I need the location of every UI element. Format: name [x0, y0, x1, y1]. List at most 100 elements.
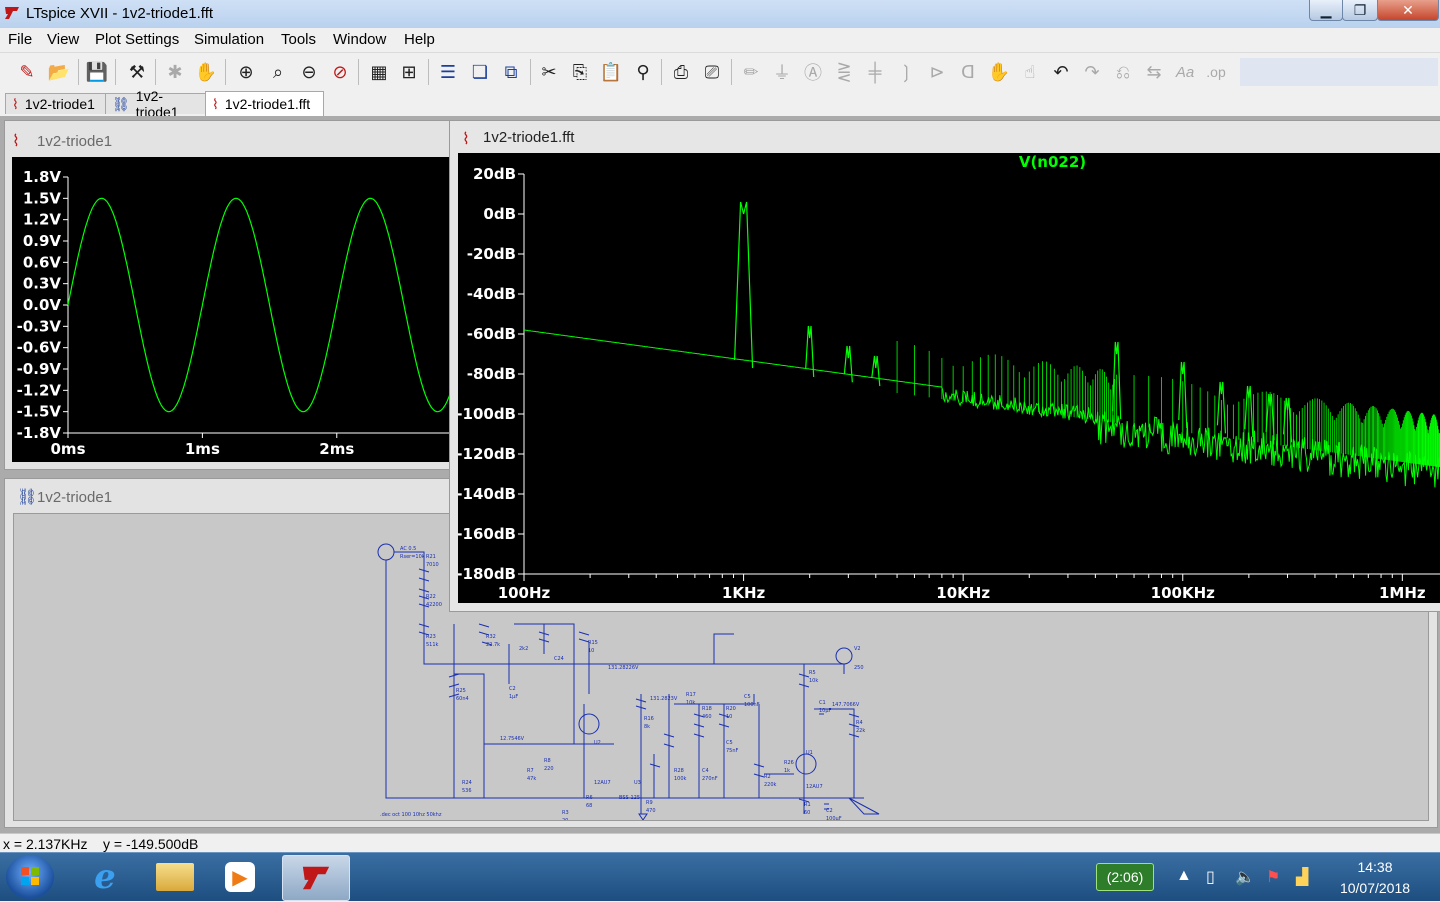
svg-text:7010: 7010 [426, 562, 439, 568]
copy-icon[interactable]: ⎘ [567, 59, 593, 85]
control-panel-icon[interactable]: ⚒ [124, 59, 150, 85]
text-icon[interactable]: Aa [1172, 59, 1198, 85]
spice-directive-icon[interactable]: .op [1203, 59, 1229, 85]
svg-text:R26: R26 [784, 760, 794, 766]
y-tick-label: -180dB [458, 565, 516, 583]
x-tick-label: 1MHz [1379, 584, 1426, 602]
clock-time[interactable]: 14:38 [1320, 859, 1430, 875]
x-tick-label: 1ms [185, 440, 220, 458]
taskbar-media-player[interactable]: ▶ [208, 855, 272, 899]
svg-text:10k: 10k [809, 678, 818, 684]
tab-schematic[interactable]: ⛓ 1v2-triode1 [105, 88, 208, 120]
menu-file[interactable]: File [8, 31, 32, 48]
rotate-icon[interactable]: ⎌ [1110, 59, 1136, 85]
print-setup-icon[interactable]: ⎚ [699, 59, 725, 85]
svg-text:R8: R8 [544, 758, 551, 764]
svg-text:60n4: 60n4 [456, 696, 469, 702]
tab-label: 1v2-triode1 [24, 96, 95, 112]
svg-text:1k: 1k [784, 768, 790, 774]
label-net-icon[interactable]: Ⓐ [800, 59, 826, 85]
component-icon[interactable]: ᗡ [955, 59, 981, 85]
redo-icon[interactable]: ↷ [1079, 59, 1105, 85]
x-tick-label: 2ms [319, 440, 354, 458]
cut-icon[interactable]: ✂ [536, 59, 562, 85]
show-hidden-icons-icon[interactable]: ▲ [1176, 867, 1192, 885]
sine-trace [67, 197, 451, 413]
taskbar-internet-explorer[interactable]: e [73, 855, 137, 899]
save-icon[interactable]: 💾 [84, 59, 110, 85]
svg-text:R1: R1 [804, 802, 811, 808]
fft-window[interactable]: ⌇ 1v2-triode1.fft 20dB 0dB -20dB -40dB -60dB… [449, 120, 1440, 612]
tab-waveform-1[interactable]: ⌇ 1v2-triode1 [5, 93, 108, 114]
waveform-icon: ⌇ [12, 133, 20, 150]
pan-hand-icon[interactable]: ✋ [193, 59, 219, 85]
menu-view[interactable]: View [47, 31, 79, 48]
toolbar-separator [115, 59, 116, 85]
y-tick-label: -0.9V [17, 360, 62, 378]
svg-text:C5: C5 [726, 740, 733, 746]
mirror-icon[interactable]: ⇆ [1141, 59, 1167, 85]
zoom-out-icon[interactable]: ⊖ [296, 59, 322, 85]
print-icon[interactable]: ⎙ [668, 59, 694, 85]
drag-hand-icon[interactable]: ☝ [1017, 59, 1043, 85]
menu-plot-settings[interactable]: Plot Settings [95, 31, 179, 48]
trace-label[interactable]: V(n022) [1019, 153, 1086, 171]
action-center-icon[interactable]: ⚑ [1266, 867, 1280, 887]
waveform-plot[interactable]: 1.8V 1.5V 1.2V 0.9V 0.6V 0.3V 0.0V -0.3V -0.6V -0… [12, 157, 451, 462]
maximize-button[interactable]: ❐ [1342, 0, 1378, 21]
svg-text:R18: R18 [702, 706, 712, 712]
menu-tools[interactable]: Tools [281, 31, 316, 48]
diode-icon[interactable]: ⊳ [924, 59, 950, 85]
autorange-icon[interactable]: ▦ [366, 59, 392, 85]
close-icon: ✕ [1402, 1, 1414, 18]
menu-window[interactable]: Window [333, 31, 386, 48]
internet-explorer-icon: e [94, 857, 116, 897]
waveform-window[interactable]: ⌇ 1v2-triode1 1.8V 1.5V 1.2V 0.9V 0.6V 0.3V 0.… [4, 120, 452, 470]
taskbar-file-explorer[interactable] [143, 855, 207, 899]
svg-text:R20: R20 [726, 706, 736, 712]
folder-icon [156, 863, 194, 891]
svg-text:R6: R6 [586, 795, 593, 801]
run-icon[interactable]: ✱ [162, 59, 188, 85]
waveform-icon: ⌇ [462, 131, 470, 148]
undo-icon[interactable]: ↶ [1048, 59, 1074, 85]
start-button[interactable] [6, 855, 54, 899]
battery-icon[interactable]: ▯ [1206, 867, 1215, 887]
paste-icon[interactable]: 📋 [598, 59, 624, 85]
plot-axes-icon[interactable]: ⊞ [396, 59, 422, 85]
move-hand-icon[interactable]: ✋ [986, 59, 1012, 85]
fft-plot[interactable]: 20dB 0dB -20dB -40dB -60dB -80dB -100dB -120dB -… [458, 153, 1440, 603]
zoom-cancel-icon[interactable]: ⊘ [327, 59, 353, 85]
resistor-icon[interactable]: ⋛ [831, 59, 857, 85]
tab-fft[interactable]: ⌇ 1v2-triode1.fft [205, 91, 324, 116]
capacitor-icon[interactable]: ╪ [862, 59, 888, 85]
volume-icon[interactable]: 🔈 [1235, 867, 1255, 887]
ground-icon[interactable]: ⏚ [769, 59, 795, 85]
x-tick-label: 1KHz [722, 584, 766, 602]
cascade-icon[interactable]: ❏ [467, 59, 493, 85]
tile-horizontal-icon[interactable]: ☰ [435, 59, 461, 85]
svg-text:C24: C24 [554, 656, 564, 662]
clock-date[interactable]: 10/07/2018 [1320, 880, 1430, 896]
network-icon[interactable]: ▟ [1296, 867, 1308, 887]
minimize-button[interactable]: ▁ [1309, 0, 1343, 21]
menu-bar: File View Plot Settings Simulation Tools… [0, 28, 1440, 52]
svg-text:R7: R7 [527, 768, 534, 774]
zoom-fit-icon[interactable]: ⌕ [265, 59, 291, 85]
draw-wire-icon[interactable]: ✏ [738, 59, 764, 85]
taskbar-ltspice[interactable] [282, 855, 350, 901]
tile-vertical-icon[interactable]: ⧉ [498, 59, 524, 85]
minimize-icon: ▁ [1320, 1, 1332, 18]
battery-timer-badge[interactable]: (2:06) [1096, 863, 1154, 891]
find-binoculars-icon[interactable]: ⚲ [630, 59, 656, 85]
open-folder-icon[interactable]: 📂 [46, 59, 72, 85]
menu-simulation[interactable]: Simulation [194, 31, 264, 48]
svg-text:C1: C1 [819, 700, 826, 706]
new-schematic-icon[interactable]: ✎ [14, 59, 40, 85]
zoom-in-icon[interactable]: ⊕ [233, 59, 259, 85]
inductor-icon[interactable]: ❳ [893, 59, 919, 85]
close-button[interactable]: ✕ [1377, 0, 1439, 21]
svg-text:131.2823V: 131.2823V [650, 696, 678, 702]
menu-help[interactable]: Help [404, 31, 435, 48]
svg-text:250: 250 [854, 665, 864, 671]
